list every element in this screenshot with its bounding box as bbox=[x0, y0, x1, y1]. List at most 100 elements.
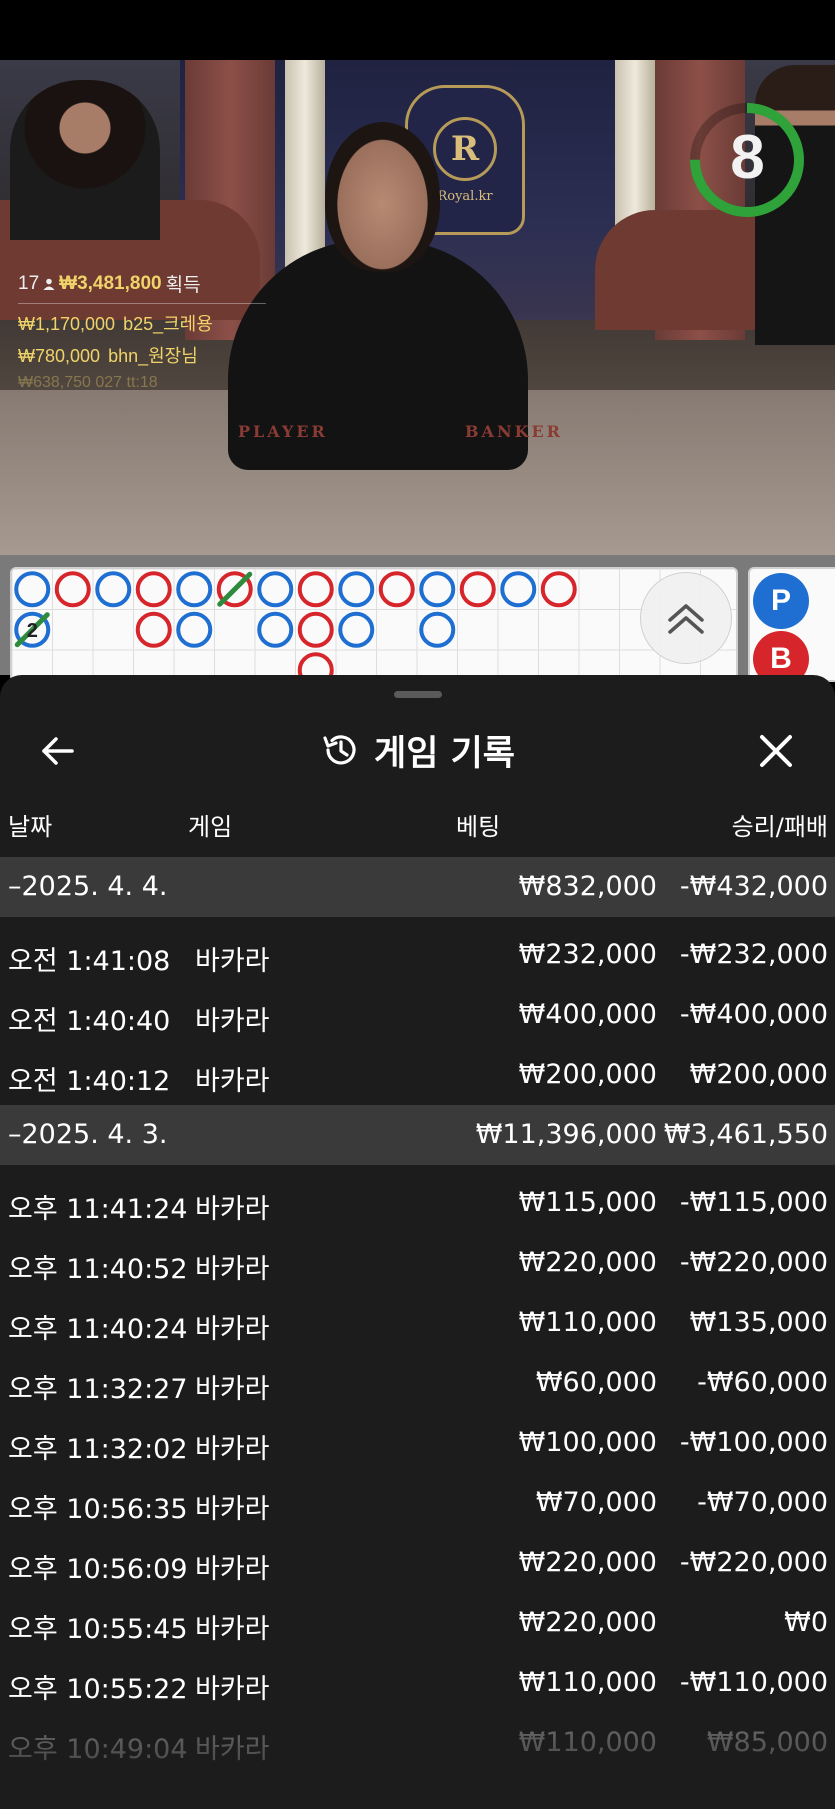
table-row[interactable]: 오전 1:40:40 바카라 ₩400,000 -₩400,000 bbox=[0, 985, 835, 1045]
winner-name: b25_크레용 bbox=[123, 314, 213, 334]
row-result: -₩400,000 bbox=[679, 999, 828, 1030]
sheet-header: 게임 기록 bbox=[0, 715, 835, 785]
table-row[interactable]: 오전 1:41:08 바카라 ₩232,000 -₩232,000 bbox=[0, 925, 835, 985]
table-header: 날짜 게임 베팅 승리/패배 bbox=[0, 797, 835, 847]
banker-bead bbox=[216, 571, 253, 608]
banker-bead bbox=[297, 571, 334, 608]
row-game: 바카라 bbox=[195, 946, 270, 977]
row-bet: ₩232,000 bbox=[518, 939, 657, 970]
row-time: 오전 1:40:12 bbox=[8, 1066, 171, 1097]
row-result: ₩0 bbox=[784, 1607, 828, 1638]
countdown-timer: 8 bbox=[690, 90, 805, 230]
row-result: ₩135,000 bbox=[689, 1307, 828, 1338]
row-result: ₩85,000 bbox=[706, 1727, 828, 1758]
player-bead bbox=[176, 611, 213, 648]
row-game: 바카라 bbox=[195, 1194, 270, 1225]
row-time: 오후 10:55:45 bbox=[8, 1614, 188, 1645]
page-title: 게임 기록 bbox=[374, 733, 515, 774]
double-chevron-up-icon bbox=[668, 604, 704, 634]
row-time: 오후 10:49:04 bbox=[8, 1734, 188, 1765]
date-group-row[interactable]: –2025. 4. 4. ₩832,000 -₩432,000 bbox=[0, 857, 835, 917]
winners-count: 17 bbox=[18, 272, 40, 294]
row-time: 오후 11:32:02 bbox=[8, 1434, 188, 1465]
banker-bead bbox=[378, 571, 415, 608]
player-bead bbox=[95, 571, 132, 608]
winner-amount: ₩780,000 bbox=[18, 346, 101, 366]
row-time: 오후 10:56:09 bbox=[8, 1554, 188, 1585]
close-button[interactable] bbox=[754, 729, 798, 773]
banker-bead bbox=[135, 611, 172, 648]
row-bet: ₩110,000 bbox=[518, 1307, 657, 1338]
row-game: 바카라 bbox=[195, 1554, 270, 1585]
person-icon bbox=[43, 278, 55, 290]
group-date: –2025. 4. 3. bbox=[8, 1119, 168, 1150]
group-total-result: -₩432,000 bbox=[679, 871, 828, 902]
bet-shortcut-panel: P B bbox=[748, 567, 835, 682]
row-bet: ₩100,000 bbox=[518, 1427, 657, 1458]
row-bet: ₩110,000 bbox=[518, 1667, 657, 1698]
row-bet: ₩115,000 bbox=[518, 1187, 657, 1218]
group-total-bet: ₩832,000 bbox=[518, 871, 657, 902]
column-bet: 베팅 bbox=[456, 813, 501, 841]
winner-name: bhn_원장님 bbox=[108, 346, 198, 366]
row-result: -₩220,000 bbox=[679, 1247, 828, 1278]
row-result: -₩70,000 bbox=[697, 1487, 828, 1518]
row-game: 바카라 bbox=[195, 1674, 270, 1705]
crest-letter: R bbox=[433, 116, 497, 181]
table-row[interactable]: 오후 11:32:02 바카라 ₩100,000 -₩100,000 bbox=[0, 1413, 835, 1473]
table-row[interactable]: 오후 10:49:04 바카라 ₩110,000 ₩85,000 bbox=[0, 1713, 835, 1773]
table-row[interactable]: 오후 10:55:45 바카라 ₩220,000 ₩0 bbox=[0, 1593, 835, 1653]
back-button[interactable] bbox=[36, 729, 80, 773]
row-bet: ₩70,000 bbox=[535, 1487, 657, 1518]
table-row[interactable]: 오후 10:56:35 바카라 ₩70,000 -₩70,000 bbox=[0, 1473, 835, 1533]
row-time: 오후 11:41:24 bbox=[8, 1194, 188, 1225]
sheet-grabber[interactable] bbox=[394, 691, 442, 698]
row-bet: ₩60,000 bbox=[535, 1367, 657, 1398]
date-group-row[interactable]: –2025. 4. 3. ₩11,396,000 ₩3,461,550 bbox=[0, 1105, 835, 1165]
table-banker-label: BANKER bbox=[465, 422, 563, 441]
table-row[interactable]: 오후 11:40:24 바카라 ₩110,000 ₩135,000 bbox=[0, 1293, 835, 1353]
column-date: 날짜 bbox=[8, 813, 53, 841]
row-result: -₩100,000 bbox=[679, 1427, 828, 1458]
row-game: 바카라 bbox=[195, 1374, 270, 1405]
row-bet: ₩220,000 bbox=[518, 1607, 657, 1638]
game-history-sheet: 게임 기록 날짜 게임 베팅 승리/패배 –2025. 4. 4. ₩832,0… bbox=[0, 675, 835, 1809]
row-game: 바카라 bbox=[195, 1734, 270, 1765]
row-game: 바카라 bbox=[195, 1314, 270, 1345]
table-row[interactable]: 오전 1:40:12 바카라 ₩200,000 ₩200,000 bbox=[0, 1045, 835, 1105]
column-game: 게임 bbox=[188, 813, 233, 841]
row-game: 바카라 bbox=[195, 1614, 270, 1645]
history-list[interactable]: –2025. 4. 4. ₩832,000 -₩432,000 오전 1:41:… bbox=[0, 857, 835, 1773]
table-row[interactable]: 오후 11:32:27 바카라 ₩60,000 -₩60,000 bbox=[0, 1353, 835, 1413]
row-bet: ₩200,000 bbox=[518, 1059, 657, 1090]
winner-amount: ₩1,170,000 bbox=[18, 314, 116, 334]
dealer-head bbox=[325, 122, 440, 272]
banker-bead bbox=[297, 611, 334, 648]
dealer-left bbox=[10, 80, 160, 240]
row-game: 바카라 bbox=[195, 1066, 270, 1097]
tie-count: 2 bbox=[27, 620, 38, 642]
banker-bead bbox=[54, 571, 91, 608]
row-result: -₩232,000 bbox=[679, 939, 828, 970]
bead-road[interactable]: 2 bbox=[10, 567, 738, 682]
winners-panel: 17 ₩3,481,800 획득 ₩1,170,000 b25_크레용 ₩780,… bbox=[18, 270, 268, 392]
row-game: 바카라 bbox=[195, 1434, 270, 1465]
table-row[interactable]: 오후 11:41:24 바카라 ₩115,000 -₩115,000 bbox=[0, 1173, 835, 1233]
close-icon bbox=[760, 735, 792, 767]
row-time: 오후 10:55:22 bbox=[8, 1674, 188, 1705]
row-result: -₩110,000 bbox=[679, 1667, 828, 1698]
row-time: 오후 11:40:24 bbox=[8, 1314, 188, 1345]
row-game: 바카라 bbox=[195, 1006, 270, 1037]
group-total-bet: ₩11,396,000 bbox=[475, 1119, 657, 1150]
history-icon bbox=[323, 735, 356, 765]
column-result: 승리/패배 bbox=[731, 813, 828, 841]
winner-row: ₩780,000 bhn_원장님 bbox=[18, 342, 268, 368]
table-row[interactable]: 오후 11:40:52 바카라 ₩220,000 -₩220,000 bbox=[0, 1233, 835, 1293]
row-bet: ₩400,000 bbox=[518, 999, 657, 1030]
expand-road-button[interactable] bbox=[640, 572, 732, 664]
player-bet-button[interactable]: P bbox=[753, 573, 809, 629]
table-row[interactable]: 오후 10:55:22 바카라 ₩110,000 -₩110,000 bbox=[0, 1653, 835, 1713]
banker-bead bbox=[135, 571, 172, 608]
table-row[interactable]: 오후 10:56:09 바카라 ₩220,000 -₩220,000 bbox=[0, 1533, 835, 1593]
player-bead bbox=[14, 571, 51, 608]
